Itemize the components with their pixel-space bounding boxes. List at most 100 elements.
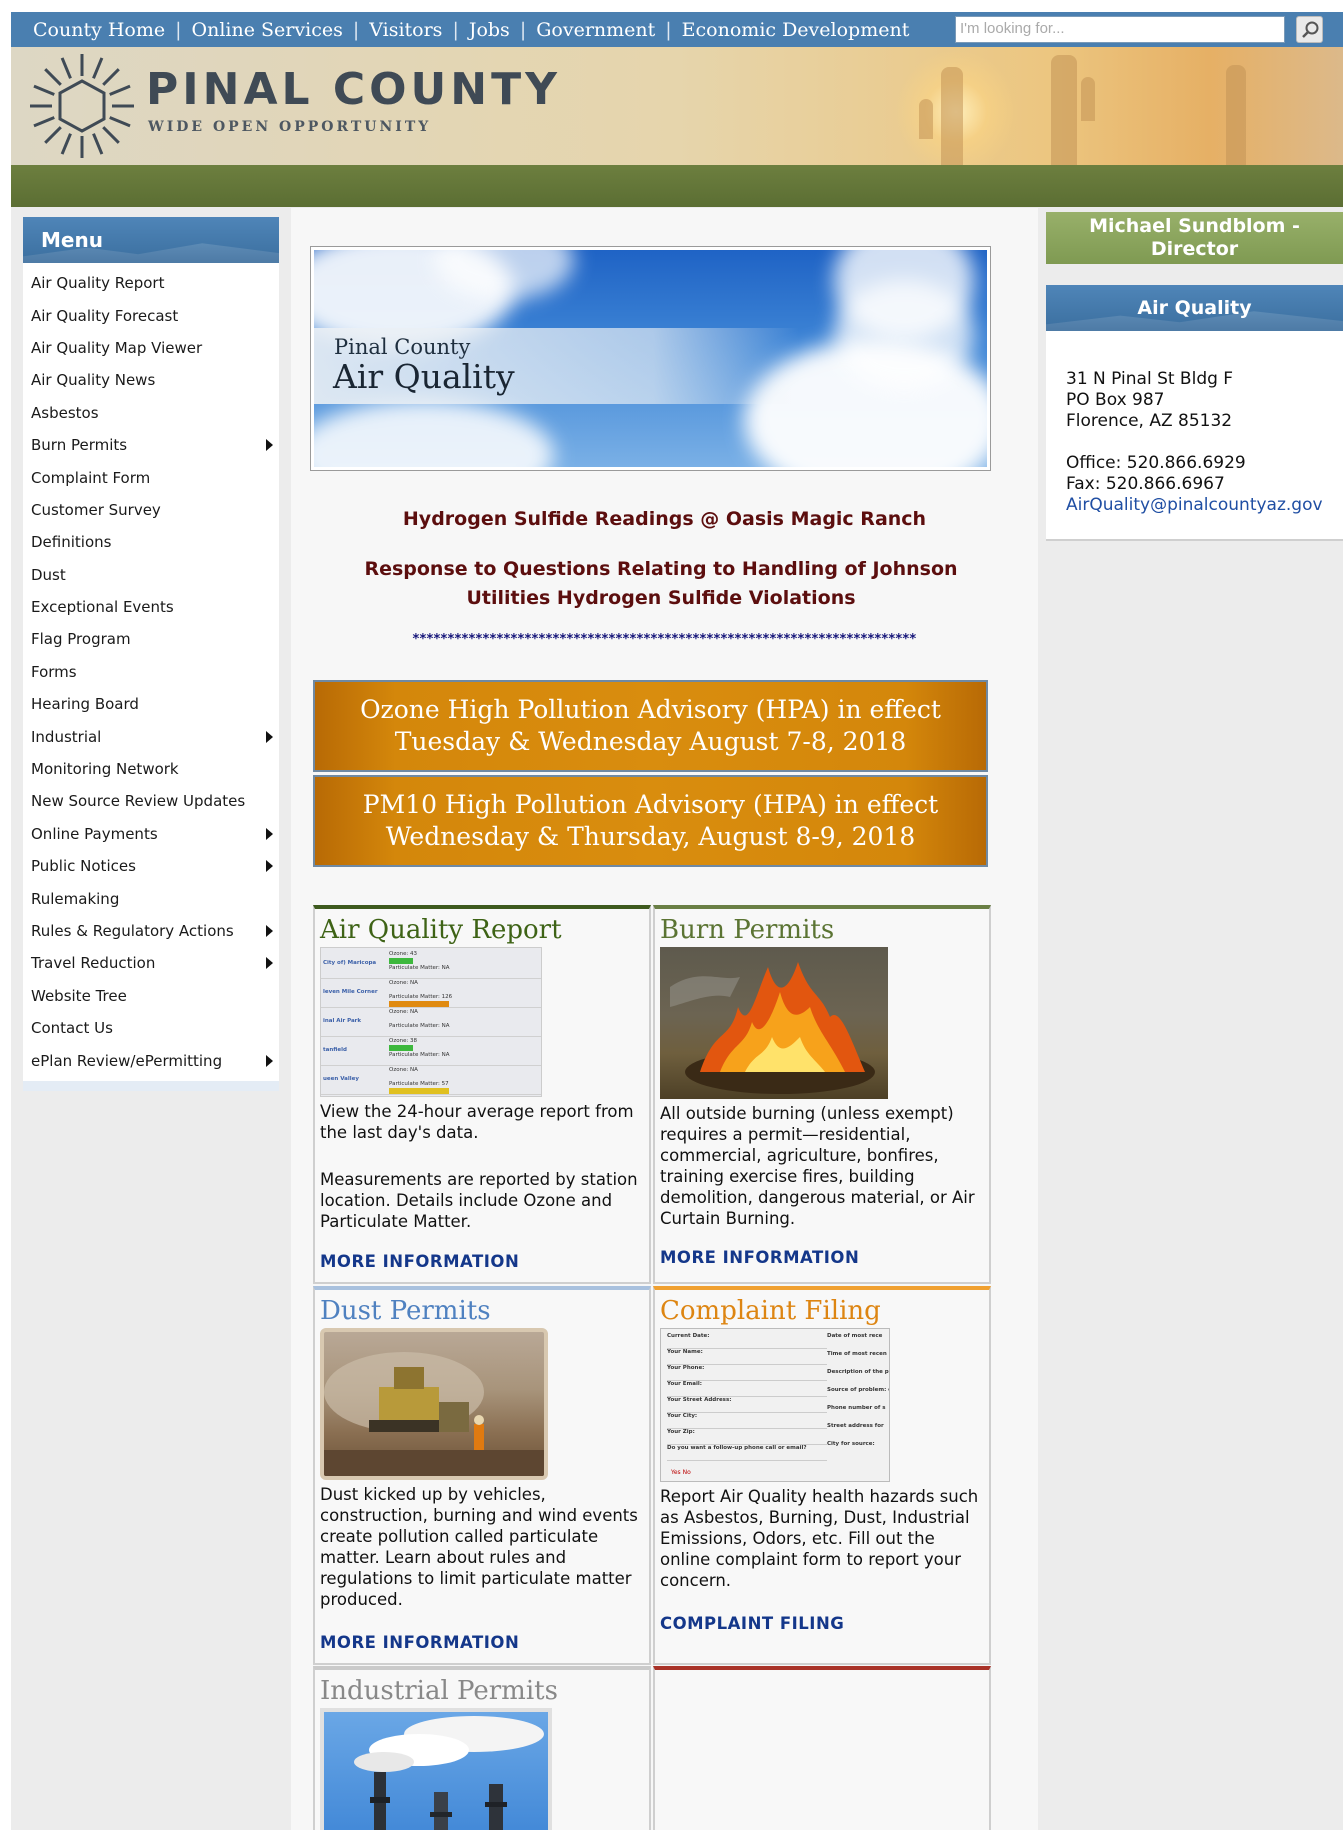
- submenu-arrow-icon[interactable]: [266, 1054, 273, 1067]
- menu-item-public-notices[interactable]: Public Notices: [23, 850, 279, 882]
- menu-item-label: Customer Survey: [31, 500, 161, 519]
- menu-item-complaint-form[interactable]: Complaint Form: [23, 461, 279, 493]
- form-field-label: City for source:: [827, 1441, 875, 1447]
- nav-link-county-home[interactable]: County Home: [33, 19, 165, 41]
- menu-item-eplan-review-epermitting[interactable]: ePlan Review/ePermitting: [23, 1044, 279, 1076]
- card-title[interactable]: Dust Permits: [320, 1296, 649, 1326]
- form-field-label: Description of the p: [827, 1369, 889, 1375]
- menu-item-travel-reduction[interactable]: Travel Reduction: [23, 947, 279, 979]
- menu-item-air-quality-report[interactable]: Air Quality Report: [23, 267, 279, 299]
- report-station-row: City of) Maricopa Ozone: 43 Particulate Ma…: [321, 950, 541, 979]
- menu-item-online-payments[interactable]: Online Payments: [23, 818, 279, 850]
- card-text: View the 24-hour average report from the…: [320, 1102, 634, 1142]
- menu-item-burn-permits[interactable]: Burn Permits: [23, 429, 279, 461]
- nav-link-jobs[interactable]: Jobs: [469, 19, 510, 41]
- hero-banner: Pinal County Air Quality: [310, 246, 991, 471]
- banner-green-band: [11, 165, 1343, 207]
- complaint-form-thumbnail[interactable]: Current Date: Your Name: Your Phone: Your E…: [660, 1328, 890, 1482]
- more-information-link[interactable]: MORE INFORMATION: [660, 1248, 859, 1267]
- card-title[interactable]: Air Quality Report: [320, 915, 649, 945]
- burn-pile-image[interactable]: [660, 947, 888, 1099]
- form-field-label: Phone number of s: [827, 1405, 886, 1411]
- logo-ray: [92, 133, 104, 155]
- director-name[interactable]: Michael Sundblom - Director: [1046, 212, 1343, 264]
- county-tagline: WIDE OPEN OPPORTUNITY: [148, 119, 432, 135]
- card-title[interactable]: Burn Permits: [660, 915, 989, 945]
- bulldozer-dust-image[interactable]: [320, 1328, 548, 1480]
- air-quality-report-thumbnail[interactable]: City of) Maricopa Ozone: 43 Particulate Ma…: [320, 947, 542, 1097]
- nav-link-economic-development[interactable]: Economic Development: [682, 19, 910, 41]
- menu-item-exceptional-events[interactable]: Exceptional Events: [23, 591, 279, 623]
- cactus-silhouette: [941, 67, 963, 165]
- menu-item-rulemaking[interactable]: Rulemaking: [23, 882, 279, 914]
- station-name: leven Mile Corner: [323, 989, 378, 995]
- menu-item-customer-survey[interactable]: Customer Survey: [23, 494, 279, 526]
- fire-icon: [670, 962, 875, 1094]
- more-information-link[interactable]: MORE INFORMATION: [320, 1252, 519, 1271]
- nav-link-visitors[interactable]: Visitors: [369, 19, 442, 41]
- card-title[interactable]: Complaint Filing: [660, 1296, 989, 1326]
- menu-item-label: Hearing Board: [31, 695, 139, 714]
- menu-item-label: Forms: [31, 662, 77, 681]
- menu-item-monitoring-network[interactable]: Monitoring Network: [23, 753, 279, 785]
- menu-item-asbestos[interactable]: Asbestos: [23, 397, 279, 429]
- menu-item-label: Air Quality News: [31, 371, 156, 390]
- search-icon: [1301, 21, 1318, 38]
- ozone-value: Ozone: 38: [389, 1038, 418, 1044]
- submenu-arrow-icon[interactable]: [266, 827, 273, 840]
- menu-item-label: Asbestos: [31, 403, 99, 422]
- pinal-county-logo-icon[interactable]: [27, 51, 137, 161]
- menu-item-industrial[interactable]: Industrial: [23, 720, 279, 752]
- card-title[interactable]: Industrial Permits: [320, 1676, 649, 1706]
- site-banner: PINAL COUNTY WIDE OPEN OPPORTUNITY: [11, 47, 1343, 165]
- nav-link-online-services[interactable]: Online Services: [192, 19, 343, 41]
- email-link[interactable]: AirQuality@pinalcountyaz.gov: [1066, 495, 1323, 516]
- station-name: City of) Maricopa: [323, 960, 377, 966]
- menu-item-website-tree[interactable]: Website Tree: [23, 980, 279, 1012]
- smokestack-image[interactable]: [320, 1708, 552, 1830]
- complaint-filing-card: Complaint Filing Current Date: Your Name:…: [653, 1286, 991, 1665]
- nav-link-government[interactable]: Government: [536, 19, 655, 41]
- submenu-arrow-icon[interactable]: [266, 439, 273, 452]
- form-field-label: Do you want a follow-up phone call or em…: [667, 1445, 827, 1461]
- menu-item-air-quality-forecast[interactable]: Air Quality Forecast: [23, 299, 279, 331]
- contact-panel-title: Air Quality: [1137, 297, 1252, 319]
- address-line: PO Box 987: [1066, 390, 1165, 410]
- logo-ray: [60, 133, 72, 155]
- menu-item-contact-us[interactable]: Contact Us: [23, 1012, 279, 1044]
- pm10-advisory-banner[interactable]: PM10 High Pollution Advisory (HPA) in ef…: [313, 775, 988, 867]
- complaint-filing-link[interactable]: COMPLAINT FILING: [660, 1614, 844, 1633]
- menu-item-label: Travel Reduction: [31, 954, 156, 973]
- ozone-advisory-banner[interactable]: Ozone High Pollution Advisory (HPA) in e…: [313, 680, 988, 772]
- search-button[interactable]: [1296, 16, 1323, 43]
- more-information-link[interactable]: MORE INFORMATION: [320, 1633, 519, 1652]
- menu-item-definitions[interactable]: Definitions: [23, 526, 279, 558]
- submenu-arrow-icon[interactable]: [266, 925, 273, 937]
- menu-item-rules-regulatory-actions[interactable]: Rules & Regulatory Actions: [23, 915, 279, 947]
- menu-item-label: Monitoring Network: [31, 760, 179, 779]
- search-input[interactable]: I'm looking for...: [955, 16, 1285, 43]
- logo-ray: [44, 126, 62, 144]
- logo-ray: [109, 116, 131, 128]
- cactus-silhouette: [1226, 65, 1246, 165]
- report-station-row: tanfield Ozone: 38 Particulate Matter: NA: [321, 1037, 541, 1066]
- form-field-label: Your Phone:: [667, 1365, 827, 1381]
- menu-item-forms[interactable]: Forms: [23, 656, 279, 688]
- menu-item-air-quality-news[interactable]: Air Quality News: [23, 364, 279, 396]
- submenu-arrow-icon[interactable]: [266, 957, 273, 970]
- menu-item-new-source-review-updates[interactable]: New Source Review Updates: [23, 785, 279, 817]
- star-divider: ****************************************…: [412, 632, 917, 647]
- johnson-utilities-response-link[interactable]: Response to Questions Relating to Handli…: [331, 555, 991, 613]
- menu-item-label: Rulemaking: [31, 889, 120, 908]
- form-field-label: Your Zip:: [667, 1429, 827, 1445]
- county-name[interactable]: PINAL COUNTY: [146, 64, 561, 115]
- menu-item-hearing-board[interactable]: Hearing Board: [23, 688, 279, 720]
- h2s-readings-link[interactable]: Hydrogen Sulfide Readings @ Oasis Magic …: [291, 508, 1038, 530]
- menu-item-flag-program[interactable]: Flag Program: [23, 623, 279, 655]
- submenu-arrow-icon[interactable]: [266, 730, 273, 743]
- form-field-label: Your City:: [667, 1413, 827, 1429]
- pm-value: Particulate Matter: 57: [389, 1081, 449, 1087]
- menu-item-air-quality-map-viewer[interactable]: Air Quality Map Viewer: [23, 332, 279, 364]
- menu-item-dust[interactable]: Dust: [23, 559, 279, 591]
- submenu-arrow-icon[interactable]: [266, 860, 273, 873]
